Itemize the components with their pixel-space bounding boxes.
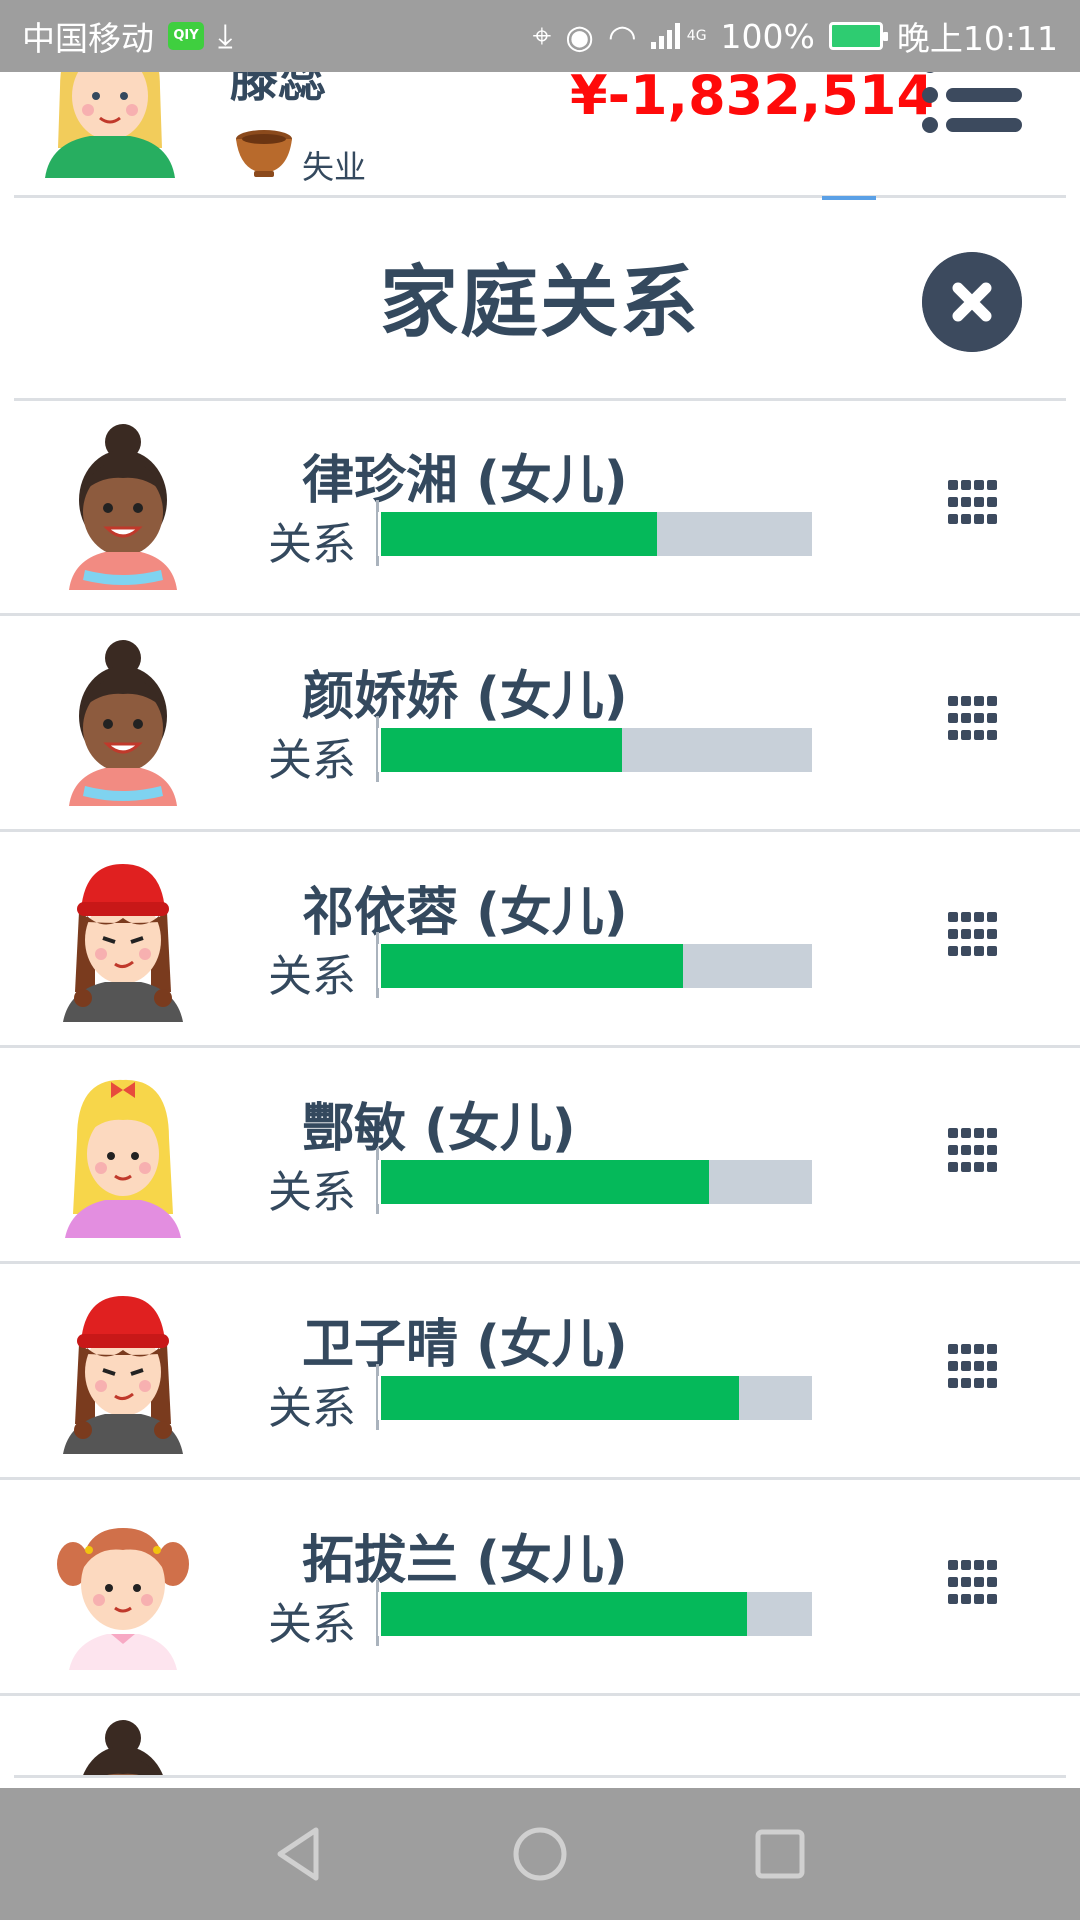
relation-bar-fill: [381, 1160, 709, 1204]
home-icon[interactable]: [504, 1818, 576, 1890]
relation-label: 关系: [268, 1167, 356, 1218]
girl-bun-dark-avatar: [55, 420, 190, 590]
family-member-row[interactable]: 卫子晴 (女儿) 关系: [0, 1264, 1080, 1480]
family-member-row[interactable]: 关系: [0, 1696, 1080, 1777]
relation-bar-fill: [381, 728, 623, 772]
job-status: 失业: [302, 148, 367, 186]
grid-dots-icon[interactable]: [948, 1556, 998, 1606]
family-member-row[interactable]: 拓拔兰 (女儿) 关系: [0, 1480, 1080, 1696]
family-member-row[interactable]: 祁依蓉 (女儿) 关系: [0, 832, 1080, 1048]
member-name: 酆敏 (女儿): [302, 1099, 576, 1159]
signal-icon: [650, 23, 681, 49]
girl-red-hat-avatar: [55, 852, 190, 1022]
relation-bar: [378, 728, 812, 772]
recent-apps-icon[interactable]: [744, 1818, 816, 1890]
bowl-icon: [236, 130, 292, 177]
app-notification-icon: QIY: [168, 22, 204, 50]
status-bar: 中国移动 QIY ⤓ ⌖ ◉ ◠ 4G 100% 晚上10:11: [0, 0, 1080, 72]
girl-blonde-avatar: [55, 1068, 190, 1238]
family-member-row[interactable]: 颜娇娇 (女儿) 关系: [0, 616, 1080, 832]
location-icon: ⌖: [532, 16, 552, 55]
relation-bar-fill: [381, 1376, 739, 1420]
relation-bar: [378, 512, 812, 556]
header-divider: [14, 195, 1066, 198]
eye-icon: ◉: [565, 16, 594, 56]
relation-label: 关系: [268, 951, 356, 1002]
carrier-label: 中国移动: [22, 19, 154, 58]
girl-bun-dark-avatar: [55, 636, 190, 806]
grid-dots-icon[interactable]: [948, 1124, 998, 1174]
relation-label: 关系: [268, 735, 356, 786]
grid-dots-icon[interactable]: [948, 908, 998, 958]
wifi-icon: ◠: [607, 16, 637, 56]
member-name: 卫子晴 (女儿): [302, 1315, 628, 1375]
grid-dots-icon[interactable]: [948, 1340, 998, 1390]
relation-label: 关系: [268, 519, 356, 570]
clock: 晚上10:11: [896, 19, 1058, 58]
close-icon[interactable]: [922, 252, 1022, 352]
family-member-list[interactable]: 律珍湘 (女儿) 关系 颜娇娇 (女儿) 关系 祁依蓉 (女儿) 关系 酆敏 (…: [0, 400, 1080, 1777]
battery-percent: 100%: [720, 16, 815, 56]
list-bottom-divider: [14, 1775, 1066, 1778]
relation-bar-fill: [381, 944, 683, 988]
battery-icon: [828, 22, 888, 50]
girl-red-hat-avatar: [55, 1284, 190, 1454]
grid-dots-icon[interactable]: [948, 476, 998, 526]
relation-bar-fill: [381, 1592, 748, 1636]
grid-dots-icon[interactable]: [948, 692, 998, 742]
member-name: 颜娇娇 (女儿): [302, 667, 628, 727]
network-type: 4G: [686, 28, 707, 44]
relation-bar: [378, 1160, 812, 1204]
family-member-row[interactable]: 律珍湘 (女儿) 关系: [0, 400, 1080, 616]
family-member-row[interactable]: 酆敏 (女儿) 关系: [0, 1048, 1080, 1264]
member-name: 拓拔兰 (女儿): [302, 1531, 628, 1591]
header-accent: [822, 196, 876, 200]
girl-bun-dark-avatar: [55, 1716, 190, 1777]
girl-pigtails-avatar: [55, 1500, 190, 1670]
back-icon[interactable]: [264, 1818, 336, 1890]
relation-bar: [378, 944, 812, 988]
download-icon: ⤓: [218, 16, 233, 55]
modal-title: 家庭关系: [379, 258, 700, 348]
relation-label: 关系: [268, 1599, 356, 1650]
money-balance: ¥-1,832,514: [570, 64, 935, 127]
relation-label: 关系: [268, 1383, 356, 1434]
relation-bar-fill: [381, 512, 657, 556]
navigation-bar: [0, 1788, 1080, 1920]
relation-bar: [378, 1376, 812, 1420]
member-name: 律珍湘 (女儿): [302, 451, 628, 511]
relation-bar: [378, 1592, 812, 1636]
member-name: 祁依蓉 (女儿): [302, 883, 628, 943]
